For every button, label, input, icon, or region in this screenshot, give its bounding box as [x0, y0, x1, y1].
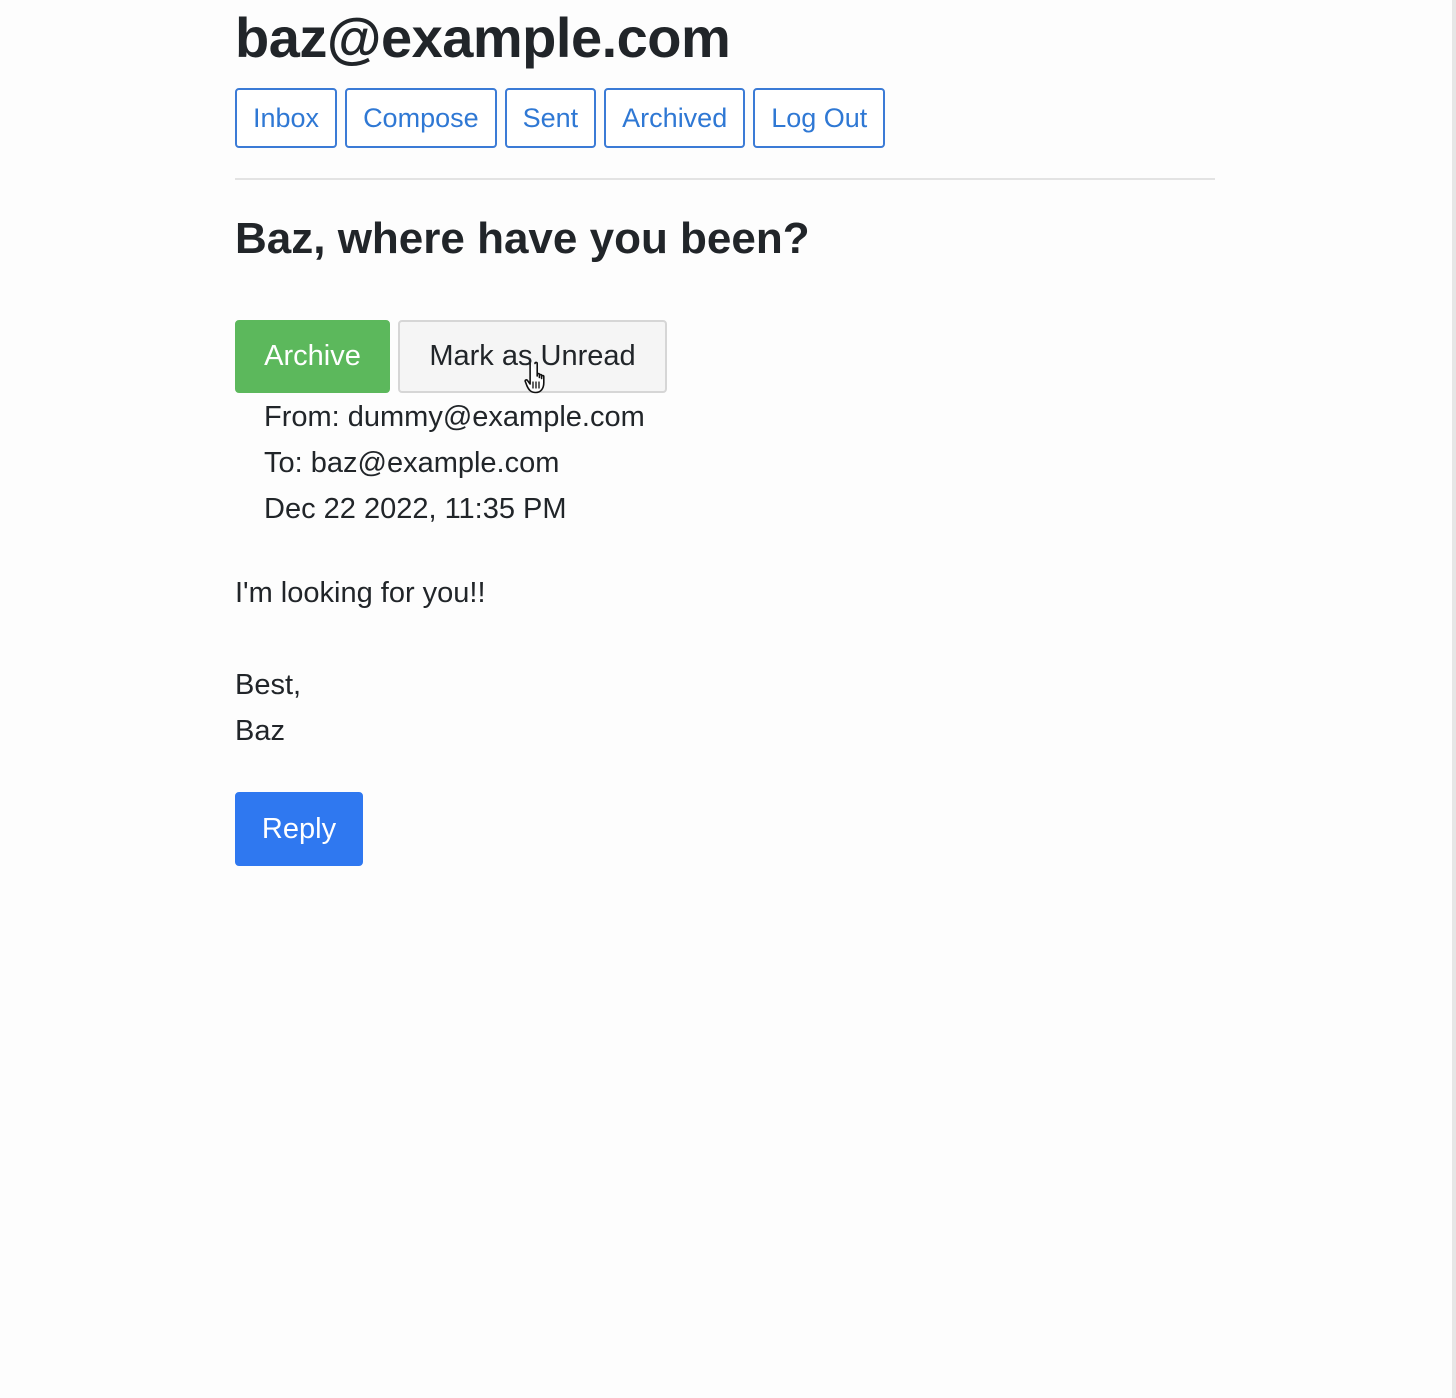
email-metadata: From: dummy@example.com To: baz@example.… [264, 394, 645, 532]
sent-button[interactable]: Sent [504, 88, 597, 148]
window-edge [1452, 0, 1456, 1398]
email-view-page: baz@example.com Inbox Compose Sent Archi… [0, 0, 1456, 1398]
email-actions: Archive Mark as Unread [235, 320, 667, 393]
header-divider [235, 178, 1215, 180]
email-signoff-block: Best, Baz [235, 662, 301, 754]
mark-as-unread-button[interactable]: Mark as Unread [398, 320, 667, 393]
archived-button[interactable]: Archived [604, 88, 746, 148]
inbox-button[interactable]: Inbox [235, 88, 338, 148]
email-to: To: baz@example.com [264, 447, 560, 479]
nav-bar: Inbox Compose Sent Archived Log Out [235, 88, 886, 148]
logout-button[interactable]: Log Out [753, 88, 886, 148]
email-signoff: Best, [235, 669, 302, 701]
reply-button[interactable]: Reply [235, 792, 363, 866]
email-from: From: dummy@example.com [264, 401, 645, 433]
compose-button[interactable]: Compose [345, 88, 497, 148]
email-subject: Baz, where have you been? [235, 214, 810, 263]
account-email-heading: baz@example.com [235, 6, 731, 69]
email-body-line: I'm looking for you!! [235, 577, 486, 609]
archive-button[interactable]: Archive [235, 320, 390, 393]
email-signature: Baz [235, 715, 285, 747]
email-timestamp: Dec 22 2022, 11:35 PM [264, 493, 567, 525]
